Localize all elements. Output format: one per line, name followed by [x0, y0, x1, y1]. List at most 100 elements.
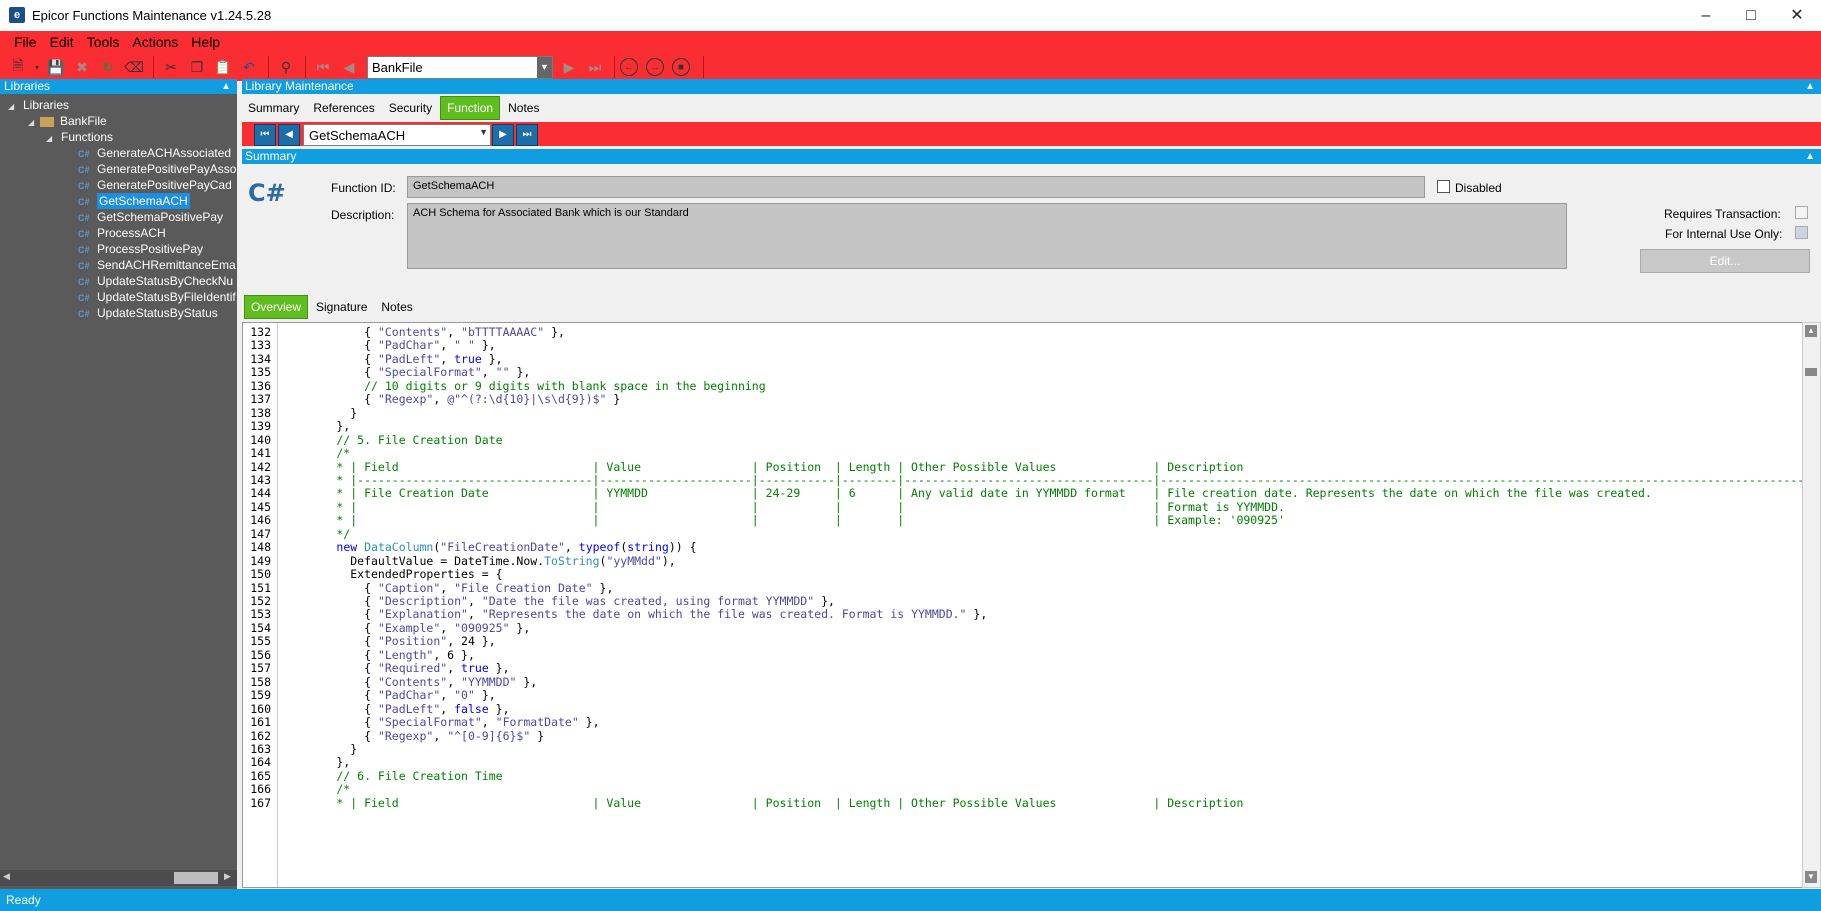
pin-icon[interactable]: ▲ — [221, 79, 231, 94]
library-maintenance-header: Library Maintenance ▲ — [242, 79, 1821, 94]
tab-notes[interactable]: Notes — [502, 97, 545, 119]
line-number: 167 — [250, 795, 271, 810]
tab-signature[interactable]: Signature — [310, 296, 373, 318]
tree-function-item[interactable]: C# GetSchemaPositivePay — [78, 209, 223, 225]
paste-icon[interactable]: 📋 — [211, 55, 235, 79]
tree-function-item[interactable]: C# GeneratePositivePayAsso — [78, 161, 236, 177]
first-record-icon[interactable]: ⏮ — [311, 55, 335, 79]
function-id-field[interactable]: GetSchemaACH — [407, 176, 1425, 198]
description-value: ACH Schema for Associated Bank which is … — [413, 207, 689, 219]
pin-icon[interactable]: ▲ — [1802, 79, 1815, 94]
csharp-icon: C# — [78, 213, 90, 223]
expand-icon[interactable]: ◢ — [46, 134, 52, 143]
menu-edit[interactable]: Edit — [50, 34, 74, 54]
tree-function-item-selected[interactable]: C# GetSchemaACH — [78, 193, 190, 209]
scroll-left-icon[interactable]: ◀ — [3, 871, 10, 882]
requires-transaction-label: Requires Transaction: — [1664, 207, 1781, 221]
description-label: Description: — [331, 208, 395, 222]
tree-function-item[interactable]: C# UpdateStatusByStatus — [78, 305, 218, 321]
toolbar-separator — [305, 56, 306, 78]
last-function-icon[interactable]: ⏭ — [516, 124, 538, 146]
tree-function-item[interactable]: C# SendACHRemittanceEma — [78, 257, 236, 273]
tab-function[interactable]: Function — [440, 96, 501, 120]
save-icon[interactable]: 💾 — [44, 55, 68, 79]
disabled-checkbox[interactable] — [1437, 180, 1450, 193]
scroll-down-icon[interactable]: ▼ — [1805, 871, 1817, 883]
code-editor[interactable]: 132 { "Contents", "bTTTTAAAAC" }, 133 { "… — [242, 322, 1804, 888]
tree-library-bankfile[interactable]: BankFile — [40, 113, 107, 129]
function-select[interactable]: GetSchemaACH ▼ — [303, 124, 491, 146]
back-icon[interactable]: ← — [620, 58, 638, 76]
code-text: { "SpecialFormat", "FormatDate" }, — [281, 715, 600, 730]
chevron-down-icon[interactable]: ▼ — [479, 127, 488, 137]
last-record-icon[interactable]: ⏭ — [583, 55, 607, 79]
tree-function-item[interactable]: C# GenerateACHAssociated — [78, 145, 231, 161]
code-text: { "Description", "Date the file was crea… — [281, 594, 835, 608]
new-icon[interactable]: 🗎 — [6, 55, 30, 79]
title-bar: e Epicor Functions Maintenance v1.24.5.2… — [0, 0, 1821, 31]
tree-function-item[interactable]: C# UpdateStatusByFileIdentif — [78, 289, 236, 305]
previous-function-icon[interactable]: ◀ — [278, 124, 300, 146]
tree-function-item[interactable]: C# UpdateStatusByCheckNu — [78, 273, 233, 289]
expand-icon[interactable]: ◢ — [8, 102, 14, 111]
csharp-icon: C# — [78, 165, 90, 175]
tab-references[interactable]: References — [307, 97, 380, 119]
requires-transaction-checkbox[interactable] — [1795, 206, 1808, 219]
menu-tools[interactable]: Tools — [87, 34, 120, 54]
scroll-up-icon[interactable]: ▲ — [1805, 325, 1817, 337]
tree-function-label: SendACHRemittanceEma — [97, 258, 236, 272]
internal-use-checkbox[interactable] — [1795, 226, 1808, 239]
next-function-icon[interactable]: ▶ — [492, 124, 514, 146]
stop-icon[interactable]: ■ — [672, 58, 690, 76]
delete-icon[interactable]: ✖ — [70, 55, 94, 79]
previous-record-icon[interactable]: ◀ — [337, 55, 361, 79]
minimize-icon[interactable]: – — [1683, 0, 1729, 31]
horizontal-scrollbar[interactable]: ◀ ▶ — [0, 870, 237, 886]
scrollbar-thumb[interactable] — [1805, 368, 1817, 376]
menu-file[interactable]: File — [14, 34, 37, 54]
tree-function-item[interactable]: C# GeneratePositivePayCad — [78, 177, 232, 193]
code-text: /* — [281, 446, 351, 461]
csharp-icon: C# — [78, 261, 90, 271]
refresh-icon[interactable]: ↻ — [96, 55, 120, 79]
scrollbar-thumb[interactable] — [174, 872, 218, 884]
description-field[interactable]: ACH Schema for Associated Bank which is … — [407, 203, 1567, 269]
chevron-down-icon[interactable]: ▼ — [537, 56, 552, 78]
menu-actions[interactable]: Actions — [132, 34, 178, 54]
library-icon — [40, 116, 54, 127]
forward-icon[interactable]: → — [646, 58, 664, 76]
library-select[interactable]: BankFile ▼ — [367, 55, 553, 79]
maximize-icon[interactable]: □ — [1728, 0, 1774, 31]
csharp-icon: C# — [78, 149, 90, 159]
tree-function-label: UpdateStatusByStatus — [97, 306, 218, 320]
copy-icon[interactable]: ❐ — [185, 55, 209, 79]
menu-bar: File Edit Tools Actions Help — [14, 34, 233, 54]
next-record-icon[interactable]: ▶ — [557, 55, 581, 79]
tab-overview[interactable]: Overview — [244, 295, 309, 319]
expand-icon[interactable]: ◢ — [28, 118, 34, 127]
code-text: { "Example", "090925" }, — [281, 620, 531, 635]
search-icon[interactable]: ⚲ — [274, 55, 298, 79]
library-maintenance-panel: Library Maintenance ▲ Summary References… — [242, 79, 1821, 889]
tab-summary[interactable]: Summary — [242, 97, 305, 119]
clear-icon[interactable]: ⌫ — [122, 55, 146, 79]
edit-button[interactable]: Edit... — [1640, 249, 1810, 273]
toolbar-separator — [268, 56, 269, 78]
tab-detail-notes[interactable]: Notes — [375, 296, 418, 318]
code-text: */ — [281, 526, 351, 541]
libraries-panel-header: Libraries ▲ — [0, 79, 237, 94]
pin-icon[interactable]: ▲ — [1802, 149, 1815, 164]
tree-root-label: Libraries — [23, 98, 70, 112]
undo-icon[interactable]: ↶ — [237, 55, 261, 79]
close-icon[interactable]: ✕ — [1774, 0, 1820, 31]
tab-security[interactable]: Security — [383, 97, 438, 119]
menu-help[interactable]: Help — [191, 34, 220, 54]
tree-function-item[interactable]: C# ProcessACH — [78, 225, 166, 241]
cut-icon[interactable]: ✂ — [159, 55, 183, 79]
epicor-logo-icon: e — [9, 7, 25, 23]
new-dropdown-icon[interactable]: ▾ — [32, 55, 42, 79]
vertical-scrollbar[interactable]: ▲ ▼ — [1802, 322, 1821, 888]
tree-function-item[interactable]: C# ProcessPositivePay — [78, 241, 203, 257]
first-function-icon[interactable]: ⏮ — [254, 124, 276, 146]
scroll-right-icon[interactable]: ▶ — [224, 871, 231, 882]
